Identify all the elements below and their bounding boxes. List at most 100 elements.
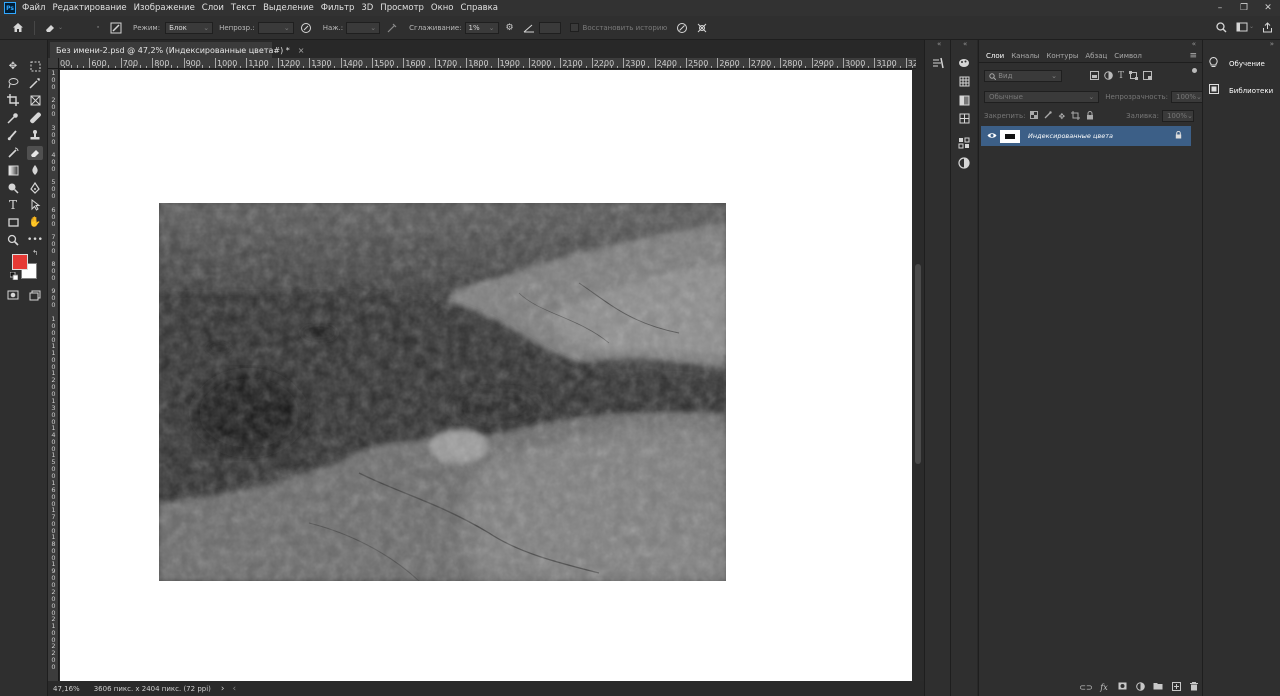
tab-paragraph[interactable]: Абзац bbox=[1085, 52, 1107, 60]
gradients-panel-icon[interactable] bbox=[957, 93, 971, 107]
move-tool-icon[interactable]: ✥ bbox=[5, 59, 21, 73]
frame-tool-icon[interactable] bbox=[27, 93, 43, 107]
gradient-tool-icon[interactable] bbox=[5, 163, 21, 177]
hand-tool-icon[interactable]: ✋ bbox=[27, 215, 43, 229]
eyedropper-tool-icon[interactable] bbox=[5, 111, 21, 125]
fill-input[interactable]: 100% ⌄ bbox=[1161, 110, 1194, 122]
workspace-icon[interactable] bbox=[1235, 20, 1249, 34]
lock-all-icon[interactable] bbox=[1086, 110, 1094, 122]
lock-pixels-icon[interactable] bbox=[1044, 111, 1053, 121]
rectangle-tool-icon[interactable] bbox=[5, 215, 21, 229]
status-menu-arrow[interactable]: › bbox=[221, 684, 225, 694]
document-canvas[interactable] bbox=[60, 70, 912, 681]
share-icon[interactable] bbox=[1260, 20, 1274, 34]
swatches-panel-icon[interactable] bbox=[957, 74, 971, 88]
brush-tool-icon[interactable] bbox=[5, 128, 21, 142]
menu-image[interactable]: Изображение bbox=[134, 3, 195, 13]
collapse-arrows-icon[interactable]: « bbox=[1192, 40, 1196, 48]
lock-artboard-icon[interactable] bbox=[1071, 110, 1081, 122]
healing-brush-tool-icon[interactable] bbox=[27, 111, 43, 125]
panel-menu-icon[interactable]: ≡ bbox=[1189, 51, 1197, 61]
tab-layers[interactable]: Слои bbox=[986, 52, 1004, 60]
clone-stamp-tool-icon[interactable] bbox=[27, 128, 43, 142]
close-window-button[interactable]: ✕ bbox=[1256, 0, 1280, 16]
lasso-tool-icon[interactable] bbox=[5, 76, 21, 90]
pen-tool-icon[interactable] bbox=[27, 181, 43, 195]
vertical-ruler[interactable]: 1002003004005006007008009001000110012001… bbox=[48, 69, 59, 681]
smoothing-gear-icon[interactable]: ⚙ bbox=[503, 21, 517, 35]
adjustment-layer-icon[interactable] bbox=[1131, 681, 1149, 693]
filter-type-icon[interactable]: T bbox=[1118, 71, 1124, 82]
minimize-button[interactable]: – bbox=[1208, 0, 1232, 16]
menu-view[interactable]: Просмотр bbox=[380, 3, 424, 13]
opacity-field[interactable]: ⌄ bbox=[257, 21, 294, 34]
collapse-arrows-icon[interactable]: « bbox=[937, 40, 941, 48]
menu-window[interactable]: Окно bbox=[431, 3, 454, 13]
tab-character[interactable]: Символ bbox=[1114, 52, 1142, 60]
learn-panel-item[interactable]: Обучение bbox=[1209, 56, 1265, 71]
document-tab[interactable]: Без имени-2.psd @ 47,2% (Индексированные… bbox=[50, 42, 304, 58]
new-layer-icon[interactable] bbox=[1167, 681, 1185, 693]
symmetry-icon[interactable] bbox=[695, 21, 709, 35]
dodge-tool-icon[interactable] bbox=[5, 181, 21, 195]
adjustments-panel-icon[interactable] bbox=[957, 136, 971, 150]
zoom-tool-icon[interactable] bbox=[5, 233, 21, 247]
brush-preset-icon[interactable]: · bbox=[91, 21, 105, 35]
link-layers-icon[interactable]: ⊂⊃ bbox=[1077, 683, 1095, 692]
search-icon[interactable] bbox=[1215, 20, 1229, 34]
smoothing-field[interactable]: 1% ⌄ bbox=[464, 21, 499, 34]
angle-icon[interactable] bbox=[522, 21, 536, 35]
quick-mask-icon[interactable] bbox=[5, 288, 21, 302]
history-brush-tool-icon[interactable] bbox=[5, 146, 21, 160]
crop-tool-icon[interactable] bbox=[5, 93, 21, 107]
tab-paths[interactable]: Контуры bbox=[1046, 52, 1078, 60]
menu-file[interactable]: Файл bbox=[22, 3, 45, 13]
home-icon[interactable] bbox=[11, 21, 25, 35]
brush-settings-icon[interactable] bbox=[109, 21, 123, 35]
layer-filter-select[interactable]: Вид ⌄ bbox=[984, 70, 1062, 82]
close-document-icon[interactable]: × bbox=[298, 46, 305, 55]
type-tool-icon[interactable]: T bbox=[5, 198, 21, 212]
pressure-size-icon[interactable] bbox=[675, 21, 689, 35]
add-mask-icon[interactable] bbox=[1113, 682, 1131, 692]
new-group-icon[interactable] bbox=[1149, 682, 1167, 692]
menu-select[interactable]: Выделение bbox=[263, 3, 314, 13]
blend-mode-select[interactable]: Обычные ⌄ bbox=[984, 91, 1100, 103]
lock-position-icon[interactable]: ✥ bbox=[1058, 112, 1065, 121]
zoom-level[interactable]: 47,16% bbox=[53, 685, 80, 693]
flow-field[interactable]: ⌄ bbox=[346, 21, 381, 34]
layer-row[interactable]: Индексированные цвета bbox=[981, 126, 1191, 146]
menu-filter[interactable]: Фильтр bbox=[321, 3, 355, 13]
filter-adjustment-icon[interactable] bbox=[1104, 70, 1113, 82]
brush-settings-panel-icon[interactable] bbox=[931, 56, 945, 70]
chevron-down-icon[interactable]: ⌄ bbox=[1249, 23, 1254, 34]
menu-text[interactable]: Текст bbox=[231, 3, 256, 13]
layer-name[interactable]: Индексированные цвета bbox=[1028, 132, 1113, 140]
filter-shape-icon[interactable] bbox=[1129, 70, 1139, 82]
menu-3d[interactable]: 3D bbox=[361, 3, 373, 13]
screen-mode-icon[interactable] bbox=[27, 288, 43, 302]
patterns-panel-icon[interactable] bbox=[957, 111, 971, 125]
photoshop-logo-icon[interactable]: Ps bbox=[4, 2, 16, 14]
styles-panel-icon[interactable] bbox=[957, 156, 971, 170]
vertical-scrollbar[interactable] bbox=[912, 70, 924, 681]
collapse-arrows-icon[interactable]: » bbox=[1270, 40, 1274, 48]
chevron-down-icon[interactable]: ⌄ bbox=[58, 24, 63, 31]
layer-lock-icon[interactable] bbox=[1175, 130, 1182, 141]
more-tools-icon[interactable]: ••• bbox=[27, 233, 43, 247]
foreground-color-swatch[interactable] bbox=[12, 254, 28, 270]
opacity-input[interactable]: 100% ⌄ bbox=[1171, 91, 1203, 103]
menu-edit[interactable]: Редактирование bbox=[52, 3, 126, 13]
blur-tool-icon[interactable] bbox=[27, 163, 43, 177]
pressure-opacity-icon[interactable] bbox=[299, 21, 313, 35]
tab-channels[interactable]: Каналы bbox=[1011, 52, 1039, 60]
visibility-eye-icon[interactable] bbox=[987, 132, 997, 141]
libraries-panel-item[interactable]: Библиотеки bbox=[1209, 84, 1273, 97]
mode-select[interactable]: Блок ⌄ bbox=[165, 21, 214, 34]
horizontal-ruler[interactable]: 00 600 700 800 900 1000 1100 1200 1300 1400 1500 16… bbox=[48, 58, 916, 69]
color-panel-icon[interactable] bbox=[957, 56, 971, 70]
eraser-tool-preset-icon[interactable] bbox=[43, 21, 57, 35]
airbrush-icon[interactable] bbox=[385, 21, 399, 35]
swap-colors-icon[interactable]: ↰ bbox=[31, 249, 39, 257]
grayscale-terrain-image[interactable] bbox=[159, 203, 726, 581]
